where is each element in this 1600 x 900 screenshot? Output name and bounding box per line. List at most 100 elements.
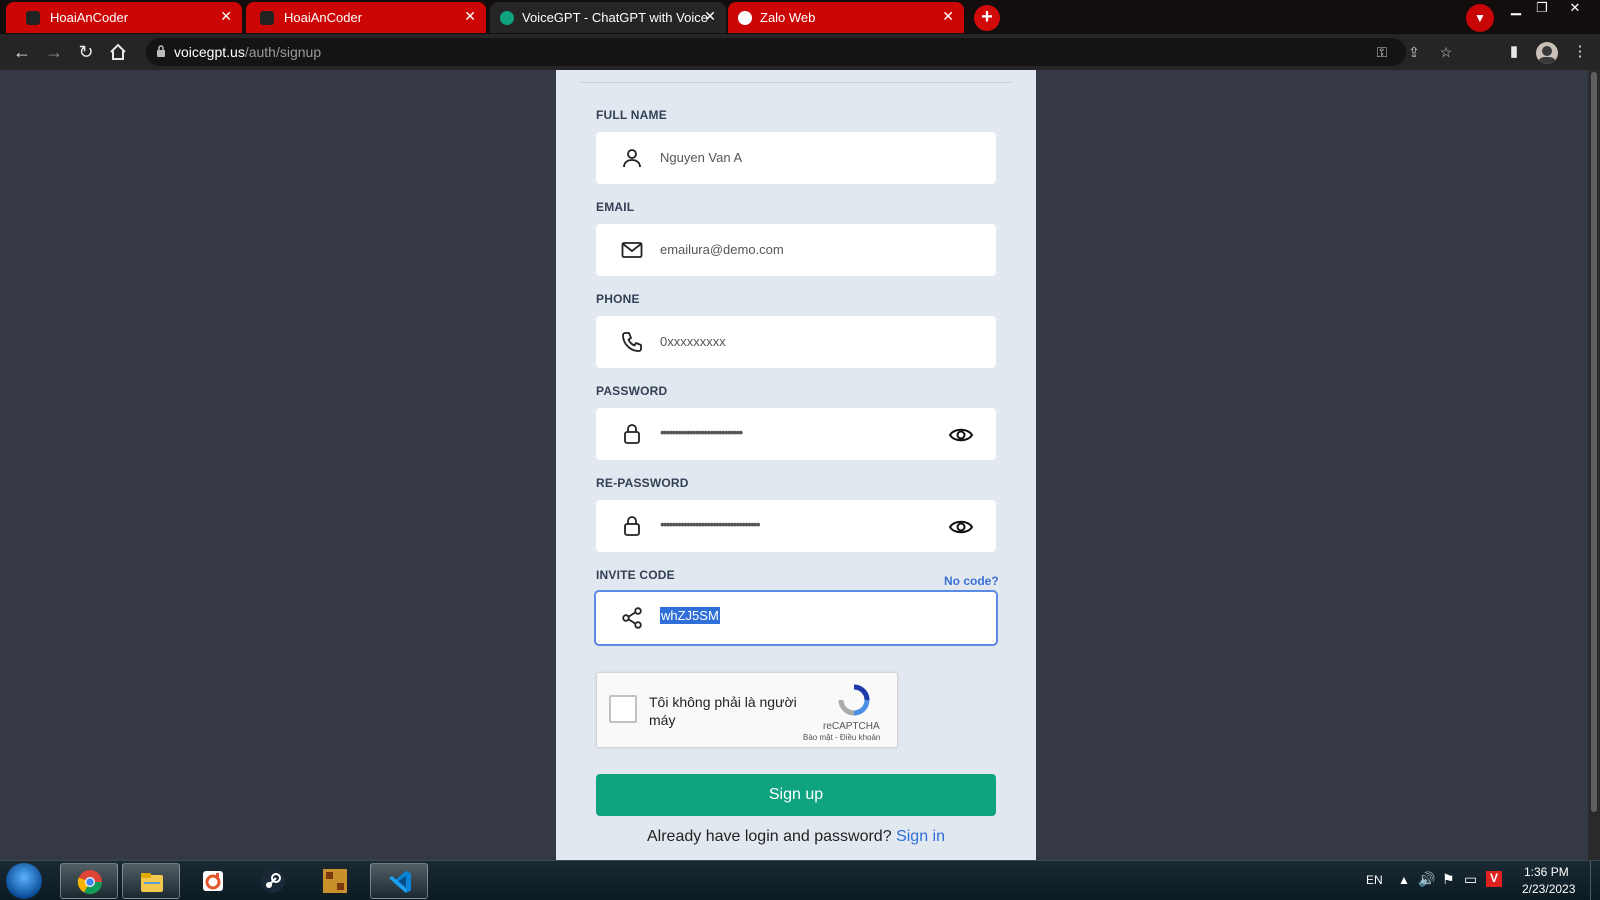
new-tab-button[interactable]: +	[974, 5, 1000, 31]
tab-hoaiancoder-2[interactable]: HoaiAnCoder ✕	[246, 2, 486, 33]
vscode-icon	[389, 871, 411, 893]
taskbar-vscode[interactable]	[370, 863, 428, 899]
language-indicator[interactable]: EN	[1366, 873, 1383, 887]
divider	[580, 82, 1012, 83]
repassword-value: ••••••••••••••••••••••••••••••••••	[660, 516, 761, 532]
steam-icon	[261, 869, 285, 893]
clock-time[interactable]: 1:36 PM	[1524, 865, 1569, 879]
taskbar-steam[interactable]	[244, 863, 302, 899]
password-label: PASSWORD	[596, 384, 668, 398]
bookmark-star-icon[interactable]: ☆	[1436, 42, 1456, 62]
user-icon	[623, 149, 641, 168]
profile-avatar[interactable]	[1536, 42, 1558, 64]
phone-field[interactable]: 0xxxxxxxxx	[596, 316, 996, 368]
hoaiancoder-favicon-icon	[260, 11, 274, 25]
taskbar-office[interactable]	[184, 863, 242, 899]
lock-icon	[624, 424, 640, 444]
tab-label: VoiceGPT - ChatGPT with Voice	[522, 10, 708, 25]
taskbar-dosbox[interactable]	[306, 863, 364, 899]
close-tab-icon[interactable]: ✕	[942, 8, 954, 25]
full-name-field[interactable]: Nguyen Van A	[596, 132, 996, 184]
scrollbar-thumb[interactable]	[1591, 72, 1597, 812]
page-scrollbar[interactable]	[1588, 70, 1600, 860]
email-value: emailura@demo.com	[660, 242, 784, 257]
phone-label: PHONE	[596, 292, 640, 306]
signup-card: FULL NAME Nguyen Van A EMAIL emailura@de…	[556, 70, 1036, 860]
office-icon	[203, 871, 223, 891]
tab-strip: HoaiAnCoder ✕ HoaiAnCoder ✕ VoiceGPT - C…	[0, 0, 1600, 34]
recaptcha-text: Tôi không phải là người máy	[649, 694, 797, 728]
network-icon[interactable]: ▭	[1464, 871, 1477, 888]
full-name-value: Nguyen Van A	[660, 150, 743, 165]
password-value: ••••••••••••••••••••••••••••	[660, 424, 743, 440]
restore-icon[interactable]: ❐	[1529, 0, 1555, 20]
dosbox-icon	[323, 869, 347, 893]
start-button[interactable]	[6, 863, 42, 899]
tab-voicegpt[interactable]: VoiceGPT - ChatGPT with Voice ✕	[490, 2, 726, 33]
windows-taskbar: EN ▲ 🔊 ⚑ ▭ V 1:36 PM 2/23/2023	[0, 860, 1600, 900]
signin-prompt: Already have login and password? Sign in	[556, 828, 1036, 846]
tab-label: HoaiAnCoder	[50, 10, 129, 25]
tab-label: Zalo Web	[760, 10, 816, 25]
close-tab-icon[interactable]: ✕	[220, 8, 232, 25]
tab-search-button[interactable]: ▼	[1466, 4, 1494, 32]
email-field[interactable]: emailura@demo.com	[596, 224, 996, 276]
show-desktop-button[interactable]	[1590, 861, 1600, 900]
reload-icon[interactable]: ↻	[74, 40, 98, 64]
phone-icon	[622, 332, 642, 352]
lock-icon[interactable]	[156, 45, 166, 63]
tray-expand-icon[interactable]: ▲	[1398, 873, 1410, 887]
openai-favicon-icon	[500, 11, 514, 25]
recaptcha-logo-icon	[838, 684, 870, 716]
chrome-icon	[77, 870, 102, 895]
side-panel-icon[interactable]: ▮	[1502, 40, 1526, 64]
back-icon[interactable]: ←	[10, 40, 34, 64]
mail-icon	[621, 242, 643, 258]
lock-icon	[624, 516, 640, 536]
tab-zalo[interactable]: Zalo Web ✕	[728, 2, 964, 33]
repassword-label: RE-PASSWORD	[596, 476, 689, 490]
taskbar-file-explorer[interactable]	[122, 863, 180, 899]
taskbar-chrome[interactable]	[60, 863, 118, 899]
email-label: EMAIL	[596, 200, 635, 214]
invite-code-value: whZJ5SM	[660, 607, 720, 624]
minimize-icon[interactable]: ▁	[1503, 0, 1529, 20]
browser-toolbar: ← → ↻ voicegpt.us/auth/signup ⚿ ⇪ ☆ ▮ ⋮	[0, 34, 1600, 70]
action-center-flag-icon[interactable]: ⚑	[1442, 871, 1455, 888]
full-name-label: FULL NAME	[596, 108, 667, 122]
address-bar[interactable]: voicegpt.us/auth/signup ⚿ ⇪ ☆	[146, 38, 1452, 66]
eye-icon[interactable]	[948, 514, 974, 540]
forward-icon[interactable]: →	[42, 40, 66, 64]
invite-code-label: INVITE CODE	[596, 568, 675, 582]
tab-label: HoaiAnCoder	[284, 10, 363, 25]
home-icon[interactable]	[106, 40, 130, 64]
antivirus-icon[interactable]: V	[1486, 871, 1502, 887]
recaptcha-terms-link[interactable]: Bảo mật - Điều khoản	[803, 733, 880, 742]
recaptcha-brand: reCAPTCHA	[823, 721, 880, 732]
page-viewport: FULL NAME Nguyen Van A EMAIL emailura@de…	[0, 70, 1600, 860]
clock-date[interactable]: 2/23/2023	[1522, 882, 1575, 896]
folder-icon	[141, 873, 163, 892]
recaptcha-widget: Tôi không phải là người máy reCAPTCHA Bả…	[596, 672, 898, 748]
volume-icon[interactable]: 🔊	[1418, 871, 1435, 888]
zalo-favicon-icon	[738, 11, 752, 25]
menu-kebab-icon[interactable]: ⋮	[1568, 40, 1592, 64]
sign-up-button[interactable]: Sign up	[596, 774, 996, 816]
signin-prompt-text: Already have login and password?	[647, 828, 892, 845]
sign-in-link[interactable]: Sign in	[896, 828, 945, 845]
phone-value: 0xxxxxxxxx	[660, 334, 726, 349]
close-tab-icon[interactable]: ✕	[464, 8, 476, 25]
repassword-field[interactable]: ••••••••••••••••••••••••••••••••••	[596, 500, 996, 552]
eye-icon[interactable]	[948, 422, 974, 448]
recaptcha-checkbox[interactable]	[609, 695, 637, 723]
close-tab-icon[interactable]: ✕	[704, 8, 716, 25]
url-text: voicegpt.us/auth/signup	[174, 44, 322, 60]
close-window-icon[interactable]: ✕	[1562, 0, 1588, 20]
share-icon	[622, 607, 642, 629]
invite-code-field[interactable]: whZJ5SM	[594, 590, 998, 646]
key-icon[interactable]: ⚿	[1372, 42, 1392, 62]
share-page-icon[interactable]: ⇪	[1404, 42, 1424, 62]
no-code-link[interactable]: No code?	[944, 574, 999, 588]
password-field[interactable]: ••••••••••••••••••••••••••••	[596, 408, 996, 460]
tab-hoaiancoder-1[interactable]: HoaiAnCoder ✕	[6, 2, 242, 33]
